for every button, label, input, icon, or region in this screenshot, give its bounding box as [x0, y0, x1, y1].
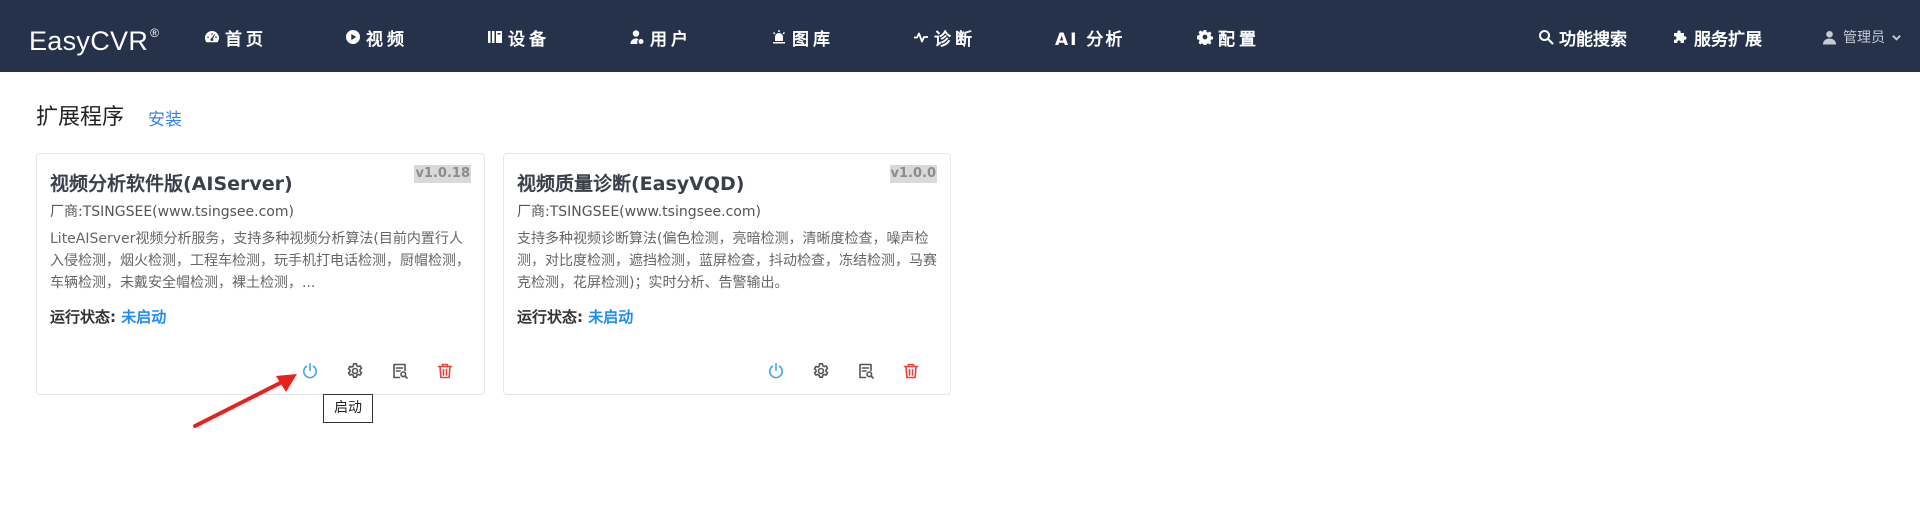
run-status: 运行状态: 未启动 — [50, 306, 166, 327]
log-search-icon — [393, 363, 408, 379]
nav-item-device[interactable]: 设备 — [487, 24, 550, 50]
user-avatar-icon — [1822, 30, 1837, 45]
nav-item-diagnosis[interactable]: 诊断 — [913, 24, 976, 50]
nav-label: 服务扩展 — [1694, 29, 1762, 50]
run-status: 运行状态: 未启动 — [517, 306, 633, 327]
device-icon — [488, 31, 502, 43]
vendor-text: 厂商:TSINGSEE(www.tsingsee.com) — [50, 204, 294, 220]
vendor-text: 厂商:TSINGSEE(www.tsingsee.com) — [517, 204, 761, 220]
play-circle-icon — [346, 30, 360, 44]
nav-label: AI 分析 — [1055, 29, 1125, 50]
version-badge: v1.0.0 — [889, 165, 937, 183]
extension-card: 视频分析软件版(AIServer) v1.0.18 厂商:TSINGSEE(ww… — [36, 153, 485, 395]
nav-label: 首页 — [225, 29, 267, 50]
search-icon — [1539, 30, 1554, 45]
status-value: 未启动 — [588, 308, 634, 326]
top-navbar: EasyCVR ® 首页 视频 设备 用户 图库 诊断 AI 分析 配置 功能搜索… — [0, 0, 1920, 72]
extension-description: LiteAIServer视频分析服务，支持多种视频分析算法(目前内置行人入侵检测… — [50, 231, 470, 291]
nav-label: 视频 — [366, 29, 408, 50]
install-link[interactable]: 安装 — [148, 105, 182, 130]
nav-label: 设备 — [508, 29, 550, 50]
start-tooltip: 启动 — [323, 394, 373, 423]
extension-card: 视频质量诊断(EasyVQD) v1.0.0 厂商:TSINGSEE(www.t… — [503, 153, 951, 395]
delete-button[interactable] — [901, 361, 921, 381]
power-icon — [769, 363, 783, 379]
annotation-arrow-icon — [193, 374, 297, 428]
gallery-icon — [773, 30, 785, 44]
service-extension-button[interactable]: 服务扩展 — [1673, 24, 1762, 50]
pulse-icon — [914, 32, 928, 43]
delete-button[interactable] — [435, 361, 455, 381]
settings-button[interactable] — [811, 361, 831, 381]
start-button[interactable] — [766, 361, 786, 381]
nav-label: 用户 — [650, 29, 692, 50]
nav-item-ai-analysis[interactable]: AI 分析 — [1055, 24, 1124, 50]
trash-icon — [903, 363, 919, 379]
log-search-icon — [859, 363, 874, 379]
feature-search-button[interactable]: 功能搜索 — [1538, 24, 1627, 50]
user-icon — [630, 30, 644, 44]
settings-button[interactable] — [345, 361, 365, 381]
extension-name: 视频质量诊断(EasyVQD) — [517, 173, 745, 195]
nav-item-home[interactable]: 首页 — [204, 24, 267, 50]
gear-icon — [347, 363, 363, 378]
page-title: 扩展程序 — [36, 105, 125, 130]
admin-user-menu[interactable]: 管理员 — [1822, 25, 1902, 49]
admin-label: 管理员 — [1843, 30, 1885, 46]
extension-description: 支持多种视频诊断算法(偏色检测，亮暗检测，清晰度检查，噪声检测，对比度检测，遮挡… — [517, 231, 937, 291]
status-label: 运行状态: — [517, 308, 589, 326]
log-button[interactable] — [856, 361, 876, 381]
card-actions — [741, 361, 921, 381]
gear-icon — [813, 363, 829, 378]
nav-item-user[interactable]: 用户 — [629, 24, 692, 50]
nav-label: 图库 — [792, 29, 834, 50]
puzzle-icon — [1674, 30, 1687, 43]
nav-label: 配置 — [1218, 29, 1260, 50]
brand-logo[interactable]: EasyCVR ® — [29, 20, 159, 57]
gear-icon — [1197, 30, 1213, 45]
status-value: 未启动 — [121, 308, 167, 326]
extension-name: 视频分析软件版(AIServer) — [50, 173, 293, 195]
nav-label: 诊断 — [934, 29, 976, 50]
chevron-down-icon — [1892, 34, 1901, 41]
nav-item-config[interactable]: 配置 — [1197, 24, 1260, 50]
nav-item-gallery[interactable]: 图库 — [771, 24, 834, 50]
version-badge: v1.0.18 — [414, 165, 471, 183]
nav-item-video[interactable]: 视频 — [345, 24, 408, 50]
trash-icon — [437, 363, 453, 379]
log-button[interactable] — [390, 361, 410, 381]
dashboard-icon — [205, 31, 219, 43]
nav-label: 功能搜索 — [1559, 29, 1627, 50]
status-label: 运行状态: — [50, 308, 122, 326]
